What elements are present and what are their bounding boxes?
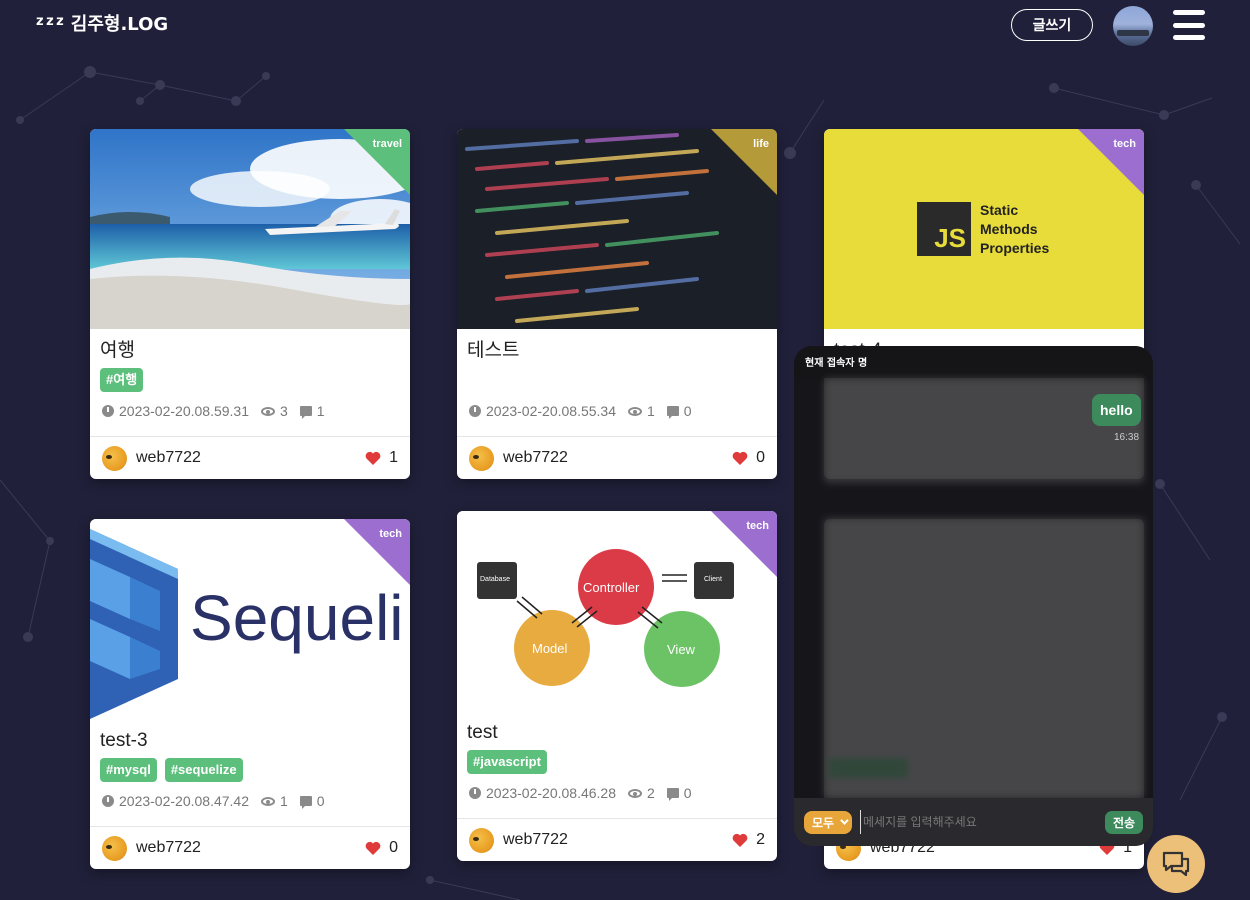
heart-icon[interactable]: [365, 451, 381, 466]
chat-message-time: 16:38: [1114, 432, 1140, 443]
diagram-database: Database: [480, 576, 510, 583]
chat-message-input[interactable]: [860, 810, 1095, 834]
post-tag[interactable]: #sequelize: [164, 758, 243, 782]
author-avatar[interactable]: [102, 835, 127, 861]
chat-message: hello: [1092, 394, 1141, 426]
author-name[interactable]: web7722: [503, 831, 568, 849]
chat-target-select[interactable]: 모두: [804, 810, 852, 834]
diagram-client: Client: [704, 576, 722, 583]
post-card[interactable]: Database Client Controller Model View te…: [457, 511, 777, 861]
author-name[interactable]: web7722: [136, 839, 201, 857]
category-label: life: [753, 138, 769, 150]
clock-icon: [469, 405, 481, 417]
diagram-controller: Controller: [583, 580, 640, 595]
comment-icon: [666, 788, 679, 801]
view-count: 3: [280, 403, 288, 419]
comment-count: 1: [316, 403, 325, 419]
top-header: z z z 김주형.LOG 글쓰기: [0, 0, 1250, 55]
post-tag[interactable]: #여행: [100, 368, 144, 392]
comment-count: 0: [683, 785, 692, 801]
post-tag[interactable]: #javascript: [467, 750, 547, 774]
chat-send-button[interactable]: 전송: [1105, 810, 1143, 834]
like-count: 2: [756, 831, 765, 848]
post-thumbnail: life: [457, 129, 777, 329]
heart-icon[interactable]: [732, 451, 748, 466]
post-thumbnail: Database Client Controller Model View te…: [457, 511, 777, 711]
like-count: 0: [389, 839, 398, 856]
post-card[interactable]: travel 여행 #여행 2023-02-20.08.59.31 3 1 we…: [90, 129, 410, 479]
post-date: 2023-02-20.08.47.42: [119, 793, 249, 809]
author-avatar[interactable]: [102, 445, 127, 471]
comment-icon: [299, 796, 312, 809]
chat-toggle-button[interactable]: [1147, 835, 1205, 893]
category-label: travel: [372, 138, 402, 150]
like-count: 0: [756, 449, 765, 466]
chat-header: 현재 접속자 명: [794, 346, 1153, 378]
author-name[interactable]: web7722: [136, 449, 201, 467]
category-label: tech: [1113, 138, 1136, 150]
chat-input-bar: 모두 전송: [794, 798, 1153, 846]
site-logo[interactable]: z z z 김주형.LOG: [36, 10, 168, 36]
eye-icon: [628, 788, 642, 798]
thumb-line: Methods: [980, 221, 1038, 237]
post-title: test-3: [100, 730, 148, 751]
hamburger-icon[interactable]: [1173, 10, 1205, 40]
thumb-line: Properties: [980, 240, 1050, 256]
eye-icon: [628, 406, 642, 416]
post-title: 테스트: [467, 340, 520, 361]
comment-count: 0: [683, 403, 692, 419]
post-thumbnail: travel: [90, 129, 410, 329]
logo-text: 김주형.LOG: [70, 14, 169, 35]
clock-icon: [102, 405, 114, 417]
chat-icon: [1162, 851, 1190, 877]
author-avatar[interactable]: [469, 445, 494, 471]
author-avatar[interactable]: [469, 827, 494, 853]
clock-icon: [102, 795, 114, 807]
post-date: 2023-02-20.08.59.31: [119, 403, 249, 419]
comment-count: 0: [316, 793, 325, 809]
like-count: 1: [389, 449, 398, 466]
chat-target-value: 모두: [812, 815, 835, 830]
diagram-view: View: [667, 642, 695, 657]
category-label: tech: [379, 528, 402, 540]
sleep-z-icon: z z z: [36, 13, 64, 29]
thumb-wordmark: Sequeli: [190, 582, 404, 654]
post-thumbnail: Sequeli tech: [90, 519, 410, 719]
view-count: 1: [647, 403, 655, 419]
post-title: 여행: [100, 340, 135, 361]
post-thumbnail: JS Static Methods Properties tech: [824, 129, 1144, 329]
thumb-line: Static: [980, 202, 1019, 218]
comment-icon: [666, 406, 679, 419]
clock-icon: [469, 787, 481, 799]
eye-icon: [261, 406, 275, 416]
chat-backdrop: [824, 378, 1144, 798]
post-card[interactable]: Sequeli tech test-3 #mysql #sequelize 20…: [90, 519, 410, 869]
comment-icon: [299, 406, 312, 419]
profile-avatar[interactable]: [1113, 6, 1153, 46]
mvc-diagram: [477, 549, 734, 687]
post-title: test: [467, 722, 498, 743]
post-date: 2023-02-20.08.46.28: [486, 785, 616, 801]
post-card[interactable]: life 테스트 2023-02-20.08.55.34 1 0 web7722…: [457, 129, 777, 479]
post-tag[interactable]: #mysql: [100, 758, 157, 782]
eye-icon: [261, 796, 275, 806]
view-count: 1: [280, 793, 288, 809]
write-post-button[interactable]: 글쓰기: [1011, 9, 1093, 41]
chevron-down-icon: [840, 816, 849, 825]
js-logo: JS: [917, 202, 971, 256]
post-date: 2023-02-20.08.55.34: [486, 403, 616, 419]
author-name[interactable]: web7722: [503, 449, 568, 467]
view-count: 2: [647, 785, 655, 801]
diagram-model: Model: [532, 641, 568, 656]
heart-icon[interactable]: [365, 841, 381, 856]
heart-icon[interactable]: [732, 833, 748, 848]
category-label: tech: [746, 520, 769, 532]
